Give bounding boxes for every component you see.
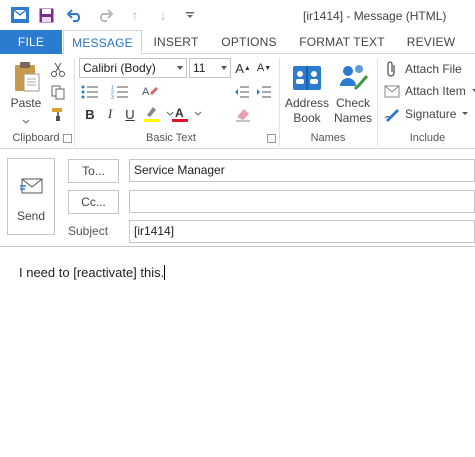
clipboard-group-label: Clipboard <box>12 132 60 144</box>
cc-field[interactable] <box>129 190 475 213</box>
to-field[interactable]: Service Manager <box>129 159 475 182</box>
address-book-label-2: Book <box>293 111 321 125</box>
bold-button[interactable]: B <box>80 104 100 124</box>
chevron-down-icon <box>471 89 475 92</box>
font-size-value: 11 <box>193 61 206 75</box>
grow-font-icon[interactable]: A ▲ <box>233 58 253 78</box>
paperclip-icon <box>383 60 401 78</box>
attach-file-button[interactable]: Attach File <box>383 59 462 79</box>
clear-formatting-icon[interactable]: A <box>140 82 160 102</box>
tab-options[interactable]: OPTIONS <box>213 30 285 54</box>
numbering-icon[interactable]: 123 <box>110 82 130 102</box>
group-divider <box>74 58 75 146</box>
address-book-button[interactable]: Address Book <box>282 96 332 126</box>
attach-item-label: Attach Item <box>405 84 466 98</box>
italic-button[interactable]: I <box>100 104 120 124</box>
outlook-logo-icon <box>10 5 30 25</box>
down-icon[interactable]: ↓ <box>153 5 173 25</box>
font-color-icon[interactable]: A <box>170 104 190 124</box>
highlight-icon[interactable] <box>142 104 162 124</box>
check-names-button[interactable]: Check Names <box>328 96 378 126</box>
body-text-line[interactable]: I need to [reactivate] this. <box>19 265 166 280</box>
chevron-down-icon <box>462 112 469 115</box>
basic-text-launcher-icon[interactable] <box>267 134 276 143</box>
bullets-icon[interactable] <box>80 82 100 102</box>
svg-text:A: A <box>142 86 150 98</box>
check-names-icon[interactable] <box>335 60 371 94</box>
paste-dropdown-icon[interactable] <box>16 112 36 132</box>
customize-icon[interactable] <box>180 5 200 25</box>
ribbon-tabs: FILE MESSAGE INSERT OPTIONS FORMAT TEXT … <box>0 30 475 55</box>
redo-icon[interactable] <box>95 5 115 25</box>
address-book-icon[interactable] <box>289 60 325 94</box>
cut-icon[interactable] <box>48 60 68 80</box>
font-size-dropdown[interactable]: 11 <box>189 58 231 78</box>
undo-icon[interactable] <box>65 5 85 25</box>
tab-format-text[interactable]: FORMAT TEXT <box>295 30 389 54</box>
tab-insert[interactable]: INSERT <box>148 30 204 54</box>
tab-file[interactable]: FILE <box>0 30 62 54</box>
copy-icon[interactable] <box>48 82 68 102</box>
to-button[interactable]: To... <box>68 159 119 183</box>
save-icon[interactable] <box>36 5 56 25</box>
basic-text-group-label: Basic Text <box>146 132 196 144</box>
font-name-dropdown[interactable]: Calibri (Body) <box>79 58 187 78</box>
svg-text:A: A <box>175 106 184 120</box>
increase-indent-icon[interactable] <box>254 82 274 102</box>
chevron-down-icon <box>221 66 227 70</box>
address-book-label-1: Address <box>284 96 330 110</box>
subject-field[interactable]: [ir1414] <box>129 220 475 243</box>
subject-label: Subject <box>68 224 109 238</box>
paste-icon[interactable] <box>10 60 44 94</box>
message-body[interactable]: I need to [reactivate] this. <box>0 246 475 457</box>
chevron-down-icon <box>177 66 183 70</box>
text-cursor <box>164 265 166 280</box>
include-group-label: Include <box>409 132 446 144</box>
check-names-label-1: Check <box>335 96 370 110</box>
font-color-dropdown-icon[interactable] <box>188 104 208 124</box>
tab-review[interactable]: REVIEW <box>400 30 462 54</box>
names-group-label: Names <box>310 132 346 144</box>
check-names-label-2: Names <box>333 111 372 125</box>
send-button[interactable]: Send <box>7 158 55 235</box>
clipboard-launcher-icon[interactable] <box>63 134 72 143</box>
window-title: [ir1414] - Message (HTML) <box>303 9 447 23</box>
decrease-indent-icon[interactable] <box>232 82 252 102</box>
svg-text:3: 3 <box>111 95 114 99</box>
signature-label: Signature <box>405 107 457 121</box>
shrink-font-icon[interactable]: A ▼ <box>254 58 274 78</box>
paste-button-label[interactable]: Paste <box>6 96 46 111</box>
title-bar: ↑ ↓ [ir1414] - Message (HTML) <box>0 0 475 30</box>
font-name-value: Calibri (Body) <box>83 61 156 75</box>
attach-item-button[interactable]: Attach Item <box>383 81 475 101</box>
send-icon <box>20 177 44 200</box>
signature-button[interactable]: Signature <box>383 104 469 124</box>
group-divider <box>377 58 378 146</box>
format-painter-icon[interactable] <box>48 104 68 124</box>
up-icon[interactable]: ↑ <box>125 5 145 25</box>
cc-button[interactable]: Cc... <box>68 190 119 214</box>
signature-icon <box>383 105 401 123</box>
attach-file-label: Attach File <box>405 62 462 76</box>
body-text: I need to [reactivate] this. <box>19 265 165 280</box>
underline-button[interactable]: U <box>120 104 140 124</box>
clear-all-icon[interactable] <box>233 104 253 124</box>
tab-message[interactable]: MESSAGE <box>63 30 142 55</box>
ribbon: Paste Clipboard Calibri (Body) 11 A ▲ A ▼ … <box>0 54 475 149</box>
send-label: Send <box>16 209 46 223</box>
attach-item-icon <box>383 82 401 100</box>
